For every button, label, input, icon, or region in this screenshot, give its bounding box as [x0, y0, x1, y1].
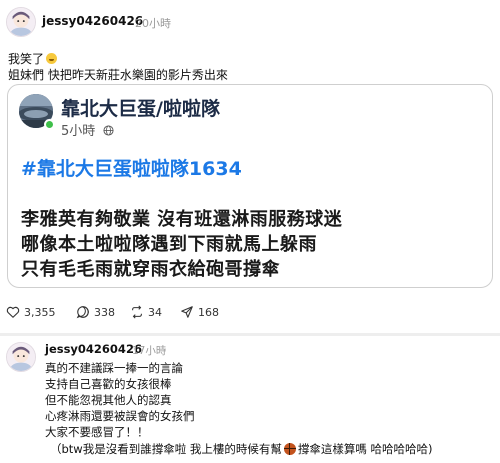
- reply-username[interactable]: jessy04260426: [45, 342, 142, 356]
- comment-button[interactable]: 338: [76, 303, 115, 321]
- globe-icon: [103, 125, 114, 136]
- post-text-line-2: 姐妹們 快把昨天新莊水樂園的影片秀出來: [8, 68, 228, 82]
- reply-timestamp[interactable]: 17小時: [132, 343, 166, 358]
- avatar-illustration-icon: [7, 343, 35, 371]
- basketball-icon: [283, 443, 296, 455]
- heart-icon: [6, 306, 20, 318]
- quoted-post-author[interactable]: 靠北大巨蛋/啦啦隊: [61, 94, 220, 121]
- quoted-post-time: 5小時: [61, 124, 96, 139]
- reply-user-avatar[interactable]: [6, 342, 36, 372]
- quoted-post-card[interactable]: 靠北大巨蛋/啦啦隊 5小時 #靠北大巨蛋啦啦隊1634 李雅英有夠敬業 沒有班還…: [7, 84, 493, 288]
- online-status-dot: [44, 119, 55, 130]
- reply-line-6-after: 撐傘這樣算嗎 哈哈哈哈哈): [297, 442, 433, 456]
- reply-line-6: （btw我是沒看到誰撐傘啦 我上樓的時候有幫 撐傘這樣算嗎 哈哈哈哈哈): [50, 441, 433, 457]
- reply-line-4: 心疼淋雨還要被誤會的女孩們: [45, 409, 195, 423]
- quoted-post-hashtag[interactable]: #靠北大巨蛋啦啦隊1634: [21, 154, 242, 181]
- reply-line-5: 大家不要感冒了！！: [45, 425, 149, 439]
- reply-line-6-before: （btw我是沒看到誰撐傘啦 我上樓的時候有幫: [50, 442, 282, 456]
- repost-count: 34: [148, 305, 162, 319]
- quoted-post-line-1: 李雅英有夠敬業 沒有班還淋雨服務球迷: [21, 209, 343, 230]
- user-avatar[interactable]: [6, 7, 36, 37]
- post-action-bar: 3,355 338 34 168: [0, 303, 500, 323]
- share-count: 168: [198, 305, 219, 319]
- post-timestamp[interactable]: 20小時: [135, 15, 171, 31]
- reply-line-2: 支持自己喜歡的女孩很棒: [45, 377, 172, 391]
- avatar-illustration-icon: [7, 8, 35, 36]
- send-icon: [181, 306, 193, 318]
- post: jessy04260426 20小時 我笑了 姐妹們 快把昨天新莊水樂園的影片秀…: [0, 0, 500, 330]
- repost-button[interactable]: 34: [130, 303, 162, 321]
- quoted-post-line-2: 哪像本土啦啦隊遇到下雨就馬上躲雨: [21, 234, 317, 255]
- post-text-line-1: 我笑了: [8, 50, 58, 67]
- grinning-sweat-emoji-icon: [46, 53, 58, 64]
- reply-post: jessy04260426 17小時 真的不建議踩一捧一的言論 支持自己喜歡的女…: [0, 336, 500, 463]
- share-button[interactable]: 168: [180, 303, 219, 321]
- like-button[interactable]: 3,355: [6, 303, 56, 321]
- reply-line-3: 但不能忽視其他人的認真: [45, 393, 172, 407]
- reply-line-1: 真的不建議踩一捧一的言論: [45, 361, 183, 375]
- quoted-post-meta: 5小時: [61, 120, 114, 139]
- post-username[interactable]: jessy04260426: [42, 14, 143, 28]
- post-text-line-1-text: 我笑了: [8, 52, 45, 66]
- quoted-post-line-3: 只有毛毛雨就穿雨衣給砲哥撐傘: [21, 259, 280, 280]
- repost-icon: [132, 305, 142, 319]
- like-count: 3,355: [24, 305, 56, 319]
- comment-count: 338: [94, 305, 115, 319]
- comment-bubble-icon: [76, 306, 89, 319]
